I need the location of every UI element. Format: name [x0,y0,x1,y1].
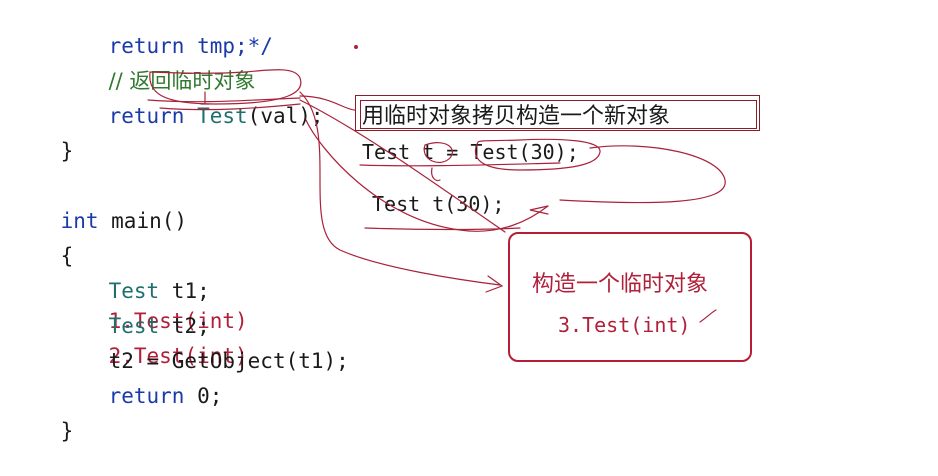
code-line-9: t2 = GetObject(t1); [58,316,349,373]
brace-close: } [60,419,74,443]
code-line-7: Test t1; 1.Test(int) [58,246,248,333]
code-line-5: int main() [10,176,187,233]
code-line-10: return 0; [58,351,223,408]
code-text: 0; [184,384,223,408]
brace-close: } [60,139,74,163]
keyword-return: return [108,104,185,128]
code-line-3: return Test(val); [58,71,324,128]
code-line-4: } [10,106,74,163]
code-line-1: return tmp;*/ [58,1,273,58]
handwritten-eq-line: Test t = Test(30); [362,140,579,164]
panel-title: 构造一个临时对象 [532,272,709,297]
code-line-6: { [10,211,74,268]
code-line-8: Test t2; 2.Test(int) [58,281,248,368]
code-line-2: // 返回临时对象 [58,36,256,93]
type-test: Test [197,104,248,128]
code-line-11: } [10,386,74,443]
copy-construct-note: 用临时对象拷贝构造一个新对象 [362,104,671,129]
code-text: (val); [247,104,324,128]
handwritten-direct-line: Test t(30); [372,192,505,216]
keyword-return: return [108,384,185,408]
code-text: main() [98,209,188,233]
panel-subtitle: 3.Test(int) [558,313,691,337]
